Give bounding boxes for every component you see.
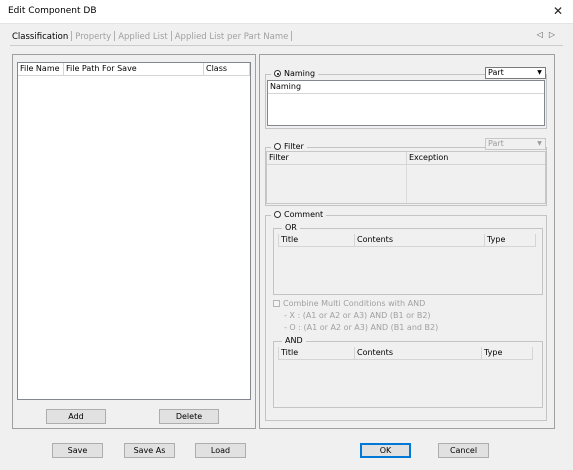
- chevron-down-icon: ▼: [537, 69, 542, 76]
- close-icon[interactable]: ✕: [549, 2, 567, 20]
- load-button[interactable]: Load: [195, 443, 246, 458]
- tab-separator: [71, 31, 73, 41]
- radio-unselected-icon: [274, 143, 281, 150]
- tab-scroll-arrows: ◁▷: [537, 30, 561, 39]
- or-group-label: OR: [282, 223, 300, 233]
- tab-classification[interactable]: Classification: [10, 32, 70, 42]
- column-header-contents[interactable]: Contents: [355, 347, 482, 360]
- comment-radio[interactable]: Comment: [271, 210, 327, 220]
- save-as-button[interactable]: Save As: [124, 443, 175, 458]
- delete-button[interactable]: Delete: [159, 409, 219, 424]
- naming-radio-label: Naming: [284, 69, 316, 78]
- column-header-class[interactable]: Class: [204, 63, 250, 76]
- column-header-file-path[interactable]: File Path For Save: [64, 63, 204, 76]
- tab-separator: [114, 31, 116, 41]
- column-header-title[interactable]: Title: [278, 234, 355, 247]
- filter-part-select-value: Part: [488, 139, 504, 148]
- tab-applied-list[interactable]: Applied List: [116, 32, 170, 42]
- naming-part-select[interactable]: Part ▼: [485, 67, 546, 79]
- column-header-type[interactable]: Type: [482, 347, 533, 360]
- radio-selected-icon: [274, 70, 281, 77]
- tab-property[interactable]: Property: [73, 32, 113, 42]
- filter-part-select: Part ▼: [485, 138, 546, 150]
- tab-applied-list-per-part-name[interactable]: Applied List per Part Name: [173, 32, 291, 42]
- save-button[interactable]: Save: [52, 443, 103, 458]
- column-header-file-name[interactable]: File Name: [18, 63, 64, 76]
- column-header-title[interactable]: Title: [278, 347, 355, 360]
- or-list-header: Title Contents Type: [278, 234, 538, 247]
- cancel-button[interactable]: Cancel: [438, 443, 489, 458]
- naming-list[interactable]: Naming: [267, 80, 545, 126]
- ok-button[interactable]: OK: [360, 443, 411, 458]
- window-title: Edit Component DB: [8, 6, 97, 16]
- column-header-filter: Filter: [267, 152, 407, 165]
- combine-and-checkbox: Combine Multi Conditions with AND: [273, 299, 425, 308]
- chevron-left-icon[interactable]: ◁: [537, 30, 549, 39]
- naming-radio[interactable]: Naming: [271, 69, 319, 79]
- hint-o-text: - O : (A1 or A2 or A3) AND (B1 and B2): [284, 323, 439, 332]
- column-header-type[interactable]: Type: [485, 234, 536, 247]
- filter-list: Filter Exception: [266, 151, 546, 204]
- right-panel: Naming Part ▼ Naming Filter Part ▼ Filte…: [259, 54, 555, 429]
- tab-underline: [10, 45, 563, 46]
- chevron-down-icon: ▼: [537, 140, 542, 147]
- filter-radio-label: Filter: [284, 142, 304, 151]
- radio-unselected-icon: [274, 211, 281, 218]
- and-group-label: AND: [282, 336, 306, 346]
- chevron-right-icon[interactable]: ▷: [549, 30, 561, 39]
- column-header-naming[interactable]: Naming: [268, 81, 544, 94]
- left-panel: File Name File Path For Save Class Add D…: [12, 54, 256, 429]
- hint-x-text: - X : (A1 or A2 or A3) AND (B1 or B2): [284, 311, 431, 320]
- combine-and-label: Combine Multi Conditions with AND: [283, 299, 426, 308]
- comment-radio-label: Comment: [284, 210, 324, 219]
- title-bar: Edit Component DB ✕: [0, 0, 573, 24]
- add-button[interactable]: Add: [46, 409, 106, 424]
- and-list-header: Title Contents Type: [278, 347, 538, 360]
- tab-separator: [170, 31, 172, 41]
- column-header-contents[interactable]: Contents: [355, 234, 485, 247]
- column-header-exception: Exception: [407, 152, 545, 165]
- checkbox-icon: [273, 300, 280, 307]
- tab-separator: [291, 31, 293, 41]
- naming-part-select-value: Part: [488, 68, 504, 77]
- column-divider: [406, 165, 407, 203]
- file-list[interactable]: File Name File Path For Save Class: [17, 62, 251, 400]
- tab-strip: Classification Property Applied List Applie…: [10, 31, 293, 45]
